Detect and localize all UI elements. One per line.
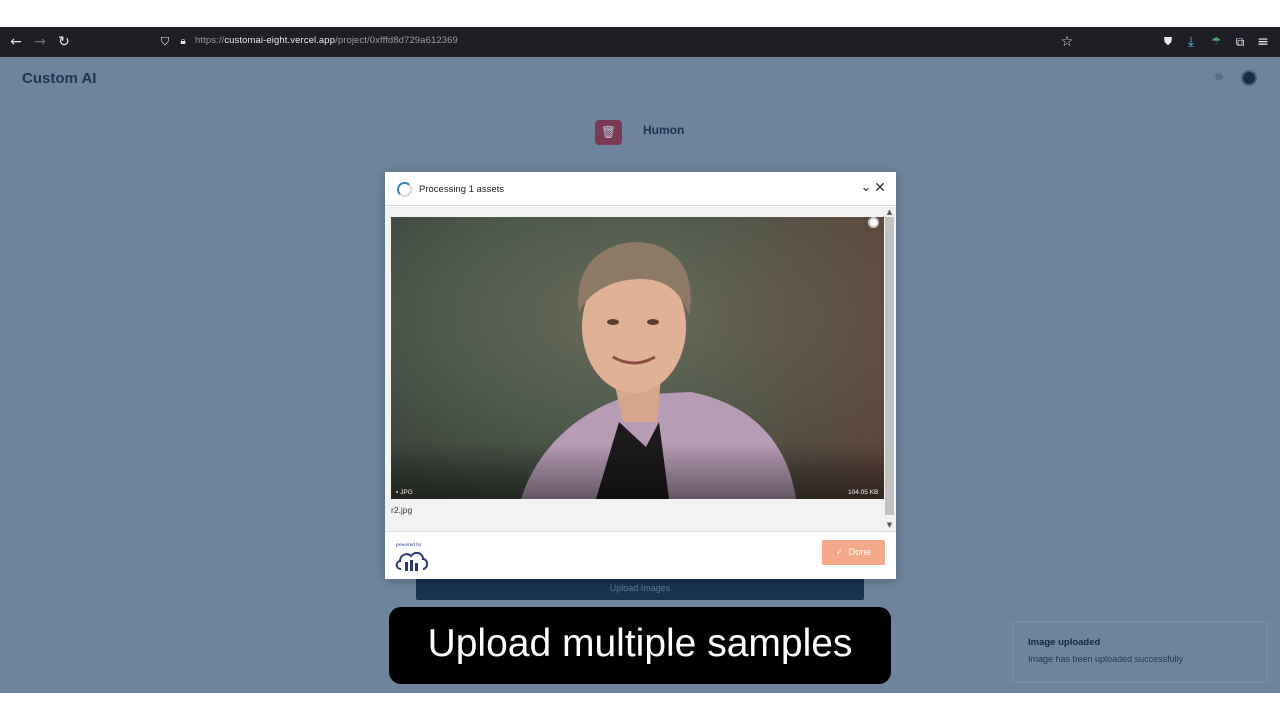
sun-theme-icon[interactable]: ☼ bbox=[1212, 70, 1226, 84]
modal-footer: powered by ✓ Done bbox=[385, 531, 896, 579]
back-arrow-icon[interactable]: ← bbox=[7, 33, 25, 51]
video-caption: Upload multiple samples bbox=[389, 607, 891, 684]
trash-icon: 🗑︎ bbox=[600, 125, 617, 139]
file-size-label: 104.05 KB bbox=[848, 489, 879, 496]
url-host: customai-eight.vercel.app bbox=[224, 35, 336, 46]
loading-spinner-icon bbox=[397, 182, 412, 197]
url-text[interactable]: https://customai-eight.vercel.app/projec… bbox=[195, 35, 458, 46]
photo-preview bbox=[391, 217, 884, 499]
extensions-puzzle-icon[interactable]: ⧉ bbox=[1231, 33, 1249, 51]
asset-select-toggle[interactable] bbox=[868, 217, 879, 228]
screen: ← → ↻ ⛉ 🔒︎ ☆ ⛊ ⤓ ☂ ⧉ ≡ https://customai-… bbox=[0, 0, 1280, 720]
lock-icon[interactable]: 🔒︎ bbox=[174, 33, 192, 51]
upload-widget-modal: Processing 1 assets ⌄ ✕ ▪ JPG 104.05 KB … bbox=[385, 172, 896, 579]
close-icon[interactable]: ✕ bbox=[873, 181, 887, 195]
file-type-label: ▪ JPG bbox=[396, 489, 413, 496]
check-icon: ✓ bbox=[835, 548, 844, 558]
forward-arrow-icon[interactable]: → bbox=[31, 33, 49, 51]
brand-title[interactable]: Custom AI bbox=[22, 70, 96, 87]
done-button[interactable]: ✓ Done bbox=[822, 540, 885, 565]
done-button-label: Done bbox=[848, 547, 872, 558]
toast-message: Image has been uploaded successfully bbox=[1028, 654, 1184, 664]
toast-notification[interactable]: Image uploaded Image has been uploaded s… bbox=[1012, 621, 1268, 683]
chevron-down-icon[interactable]: ⌄ bbox=[859, 181, 873, 195]
window-top-strip bbox=[0, 0, 1280, 27]
url-path: /project/0xfffd8d729a612369 bbox=[335, 35, 458, 46]
user-avatar[interactable] bbox=[1241, 70, 1257, 86]
file-name-label: r2.jpg bbox=[391, 505, 413, 515]
browser-toolbar: ← → ↻ ⛉ 🔒︎ ☆ ⛊ ⤓ ☂ ⧉ ≡ bbox=[0, 27, 1280, 57]
asset-thumbnail[interactable] bbox=[391, 217, 884, 499]
scroll-up-arrow-icon[interactable]: ▲ bbox=[884, 207, 895, 217]
menu-icon[interactable]: ≡ bbox=[1254, 33, 1272, 51]
scroll-down-arrow-icon[interactable]: ▼ bbox=[884, 520, 895, 530]
download-icon[interactable]: ⤓ bbox=[1182, 33, 1200, 51]
scrollbar-thumb[interactable] bbox=[885, 217, 894, 515]
window-bottom-strip bbox=[0, 693, 1280, 720]
file-type-value: JPG bbox=[400, 489, 413, 496]
processing-status: Processing 1 assets bbox=[419, 184, 505, 195]
toast-title: Image uploaded bbox=[1028, 637, 1101, 648]
asset-list: ▪ JPG 104.05 KB r2.jpg ▲ ▼ bbox=[385, 207, 896, 531]
delete-project-button[interactable]: 🗑︎ bbox=[595, 120, 622, 145]
url-scheme: https:// bbox=[195, 35, 225, 46]
bookmark-star-icon[interactable]: ☆ bbox=[1058, 33, 1076, 51]
shield-icon[interactable]: ⛉ bbox=[156, 33, 174, 51]
reload-icon[interactable]: ↻ bbox=[55, 33, 73, 51]
project-name: Humon bbox=[643, 123, 685, 137]
cloudinary-logo-icon[interactable] bbox=[395, 549, 429, 573]
powered-by-text: powered by bbox=[396, 542, 422, 548]
upload-images-button[interactable]: Upload Images bbox=[416, 576, 864, 600]
pocket-icon[interactable]: ⛊ bbox=[1159, 33, 1177, 51]
asset-list-scrollbar[interactable]: ▲ ▼ bbox=[884, 207, 895, 531]
extension-umbrella-icon[interactable]: ☂ bbox=[1207, 33, 1225, 51]
modal-header: Processing 1 assets ⌄ ✕ bbox=[385, 172, 896, 206]
